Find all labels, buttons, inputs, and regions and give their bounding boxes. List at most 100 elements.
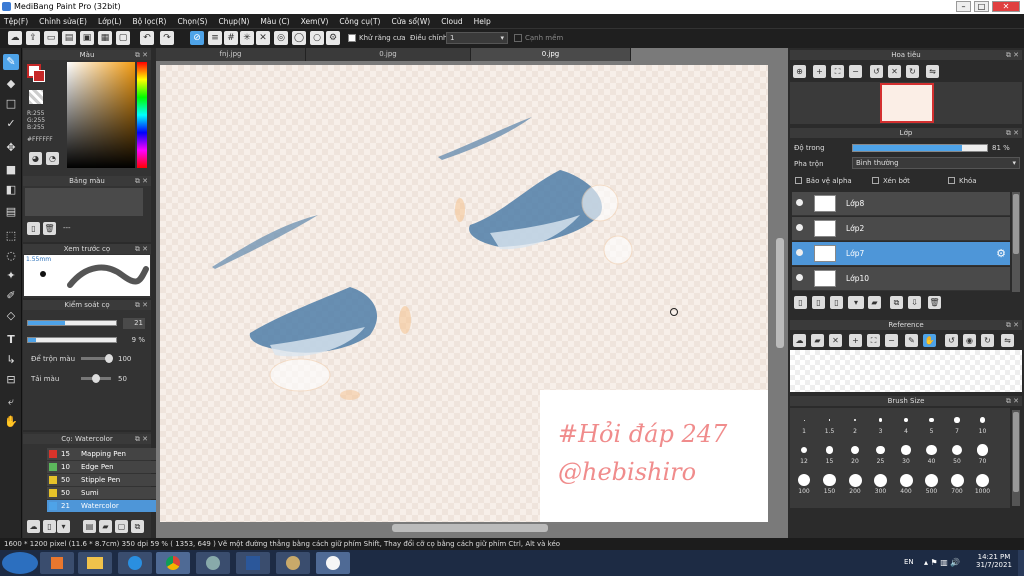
- brush-size-option[interactable]: 3: [869, 412, 893, 435]
- brush-size-option[interactable]: 2: [843, 412, 867, 435]
- reference-area[interactable]: [790, 350, 1022, 392]
- ref-fit-icon[interactable]: ⛶: [867, 334, 880, 347]
- select-rect-icon[interactable]: ⬚: [3, 228, 19, 244]
- snap-radial-icon[interactable]: ✳: [240, 31, 254, 45]
- gradient-tool-icon[interactable]: ▤: [3, 204, 19, 220]
- brush-copy-icon[interactable]: ⧉: [131, 520, 144, 533]
- gear-icon[interactable]: ⚙: [996, 247, 1006, 260]
- snap-parallel-icon[interactable]: ≡: [208, 31, 222, 45]
- brush-size-option[interactable]: 10: [971, 412, 995, 435]
- background-color-swatch[interactable]: [33, 70, 45, 82]
- select-eraser-icon[interactable]: ◇: [3, 308, 19, 324]
- transparent-color-icon[interactable]: [29, 90, 43, 104]
- blend-select[interactable]: Bình thường ▾: [852, 157, 1020, 169]
- shape-fill-icon[interactable]: ■: [3, 162, 19, 178]
- menu-item-4[interactable]: Chọn(S): [177, 17, 207, 26]
- new-file-icon[interactable]: ▤: [62, 31, 76, 45]
- color-wheel-icon[interactable]: ◕: [29, 152, 42, 165]
- lasso-tool-icon[interactable]: ◌: [3, 248, 19, 264]
- ref-eyedropper-icon[interactable]: ✎: [905, 334, 918, 347]
- correction-select[interactable]: 1 ▾: [446, 32, 508, 44]
- brush-size-option[interactable]: 15: [818, 442, 842, 465]
- brush-delete-icon[interactable]: ▢: [115, 520, 128, 533]
- settings-icon[interactable]: ⚙: [326, 31, 340, 45]
- brush-size-option[interactable]: 150: [818, 472, 842, 495]
- snap-ellipse-icon[interactable]: ◯: [292, 31, 306, 45]
- brush-menu-icon[interactable]: ▾: [57, 520, 70, 533]
- vertical-scrollbar[interactable]: [776, 238, 784, 348]
- brush-size-option[interactable]: 7: [945, 412, 969, 435]
- menu-item-3[interactable]: Bộ lọc(R): [133, 17, 167, 26]
- start-icon[interactable]: [2, 552, 38, 574]
- brush-size-option[interactable]: 300: [869, 472, 893, 495]
- layer-row[interactable]: Lớp2: [792, 217, 1010, 241]
- brush-size-option[interactable]: 1000: [971, 472, 995, 495]
- soft-edge-checkbox[interactable]: [514, 34, 522, 42]
- clock[interactable]: 14:21 PM 31/7/2021: [976, 553, 1012, 569]
- brush-size-option[interactable]: 500: [920, 472, 944, 495]
- brush-tool-icon[interactable]: ✎: [3, 54, 19, 70]
- medibang-icon[interactable]: [316, 552, 350, 574]
- brush-add-icon[interactable]: ▯: [43, 520, 56, 533]
- layer-delete-icon[interactable]: 🗑: [928, 296, 941, 309]
- nav-rotate-right-icon[interactable]: ↻: [906, 65, 919, 78]
- eyedropper-icon[interactable]: ⤶: [3, 394, 19, 410]
- delete-palette-icon[interactable]: 🗑: [43, 222, 56, 235]
- language-indicator[interactable]: EN: [904, 558, 914, 566]
- undo-icon[interactable]: ↶: [140, 31, 154, 45]
- brush-cloud-icon[interactable]: ☁: [27, 520, 40, 533]
- menu-item-6[interactable]: Màu (C): [260, 17, 289, 26]
- layer-add-menu-icon[interactable]: ▾: [848, 296, 864, 309]
- brush-list-item[interactable]: 15 Mapping Pen: [47, 448, 161, 460]
- layer-row[interactable]: Lớp8: [792, 192, 1010, 216]
- chrome-icon[interactable]: [156, 552, 190, 574]
- reload-slider[interactable]: [81, 374, 111, 383]
- eye-icon[interactable]: [796, 249, 803, 256]
- clear-icon[interactable]: ▢: [116, 31, 130, 45]
- folder-icon[interactable]: [78, 552, 112, 574]
- redo-icon[interactable]: ↷: [160, 31, 174, 45]
- brush-size-option[interactable]: 30: [894, 442, 918, 465]
- mix-slider[interactable]: [81, 354, 113, 363]
- nav-fit-icon[interactable]: ⛶: [831, 65, 844, 78]
- paint-icon[interactable]: [276, 552, 310, 574]
- ref-rotate-right-icon[interactable]: ↻: [981, 334, 994, 347]
- brush-size-option[interactable]: 70: [971, 442, 995, 465]
- brush-size-option[interactable]: 700: [945, 472, 969, 495]
- antialias-checkbox[interactable]: [348, 34, 356, 42]
- export-icon[interactable]: ▦: [98, 31, 112, 45]
- brush-size-option[interactable]: 4: [894, 412, 918, 435]
- brush-list-item[interactable]: 21 Watercolor: [47, 500, 161, 512]
- ref-open-icon[interactable]: ▰: [811, 334, 824, 347]
- snap-curve-icon[interactable]: ○: [310, 31, 324, 45]
- clipping-checkbox[interactable]: [872, 177, 879, 184]
- brush-size-option[interactable]: 40: [920, 442, 944, 465]
- snap-grid-icon[interactable]: #: [224, 31, 238, 45]
- close-button[interactable]: ✕: [992, 1, 1020, 12]
- brush-size-slider[interactable]: [27, 320, 117, 326]
- menu-item-11[interactable]: Help: [474, 17, 491, 26]
- layer-folder-icon[interactable]: ▰: [868, 296, 881, 309]
- menu-item-8[interactable]: Công cụ(T): [339, 17, 380, 26]
- eye-icon[interactable]: [796, 224, 803, 231]
- menu-item-10[interactable]: Cloud: [441, 17, 462, 26]
- nav-zoom-out-icon[interactable]: −: [849, 65, 862, 78]
- color-set-icon[interactable]: ◔: [46, 152, 59, 165]
- layer-row[interactable]: Lớp10: [792, 267, 1010, 291]
- upload-icon[interactable]: ⇪: [26, 31, 40, 45]
- snap-off-icon[interactable]: ⊘: [190, 31, 204, 45]
- menu-item-9[interactable]: Cửa sổ(W): [391, 17, 430, 26]
- ref-zoom-in-icon[interactable]: +: [849, 334, 862, 347]
- eraser-tool-icon[interactable]: ◆: [3, 76, 19, 92]
- brush-size-option[interactable]: 20: [843, 442, 867, 465]
- bucket-tool-icon[interactable]: ◧: [3, 182, 19, 198]
- brush-size-option[interactable]: 1.5: [818, 412, 842, 435]
- brush-list-item[interactable]: 10 Edge Pen: [47, 461, 161, 473]
- layer-duplicate-icon[interactable]: ⧉: [890, 296, 903, 309]
- horizontal-scrollbar[interactable]: [392, 524, 548, 532]
- ref-cloud-icon[interactable]: ☁: [793, 334, 806, 347]
- brush-size-option[interactable]: 100: [792, 472, 816, 495]
- brush-size-option[interactable]: 400: [894, 472, 918, 495]
- internet-explorer-icon[interactable]: [118, 552, 152, 574]
- brush-size-scrollbar[interactable]: [1012, 410, 1020, 506]
